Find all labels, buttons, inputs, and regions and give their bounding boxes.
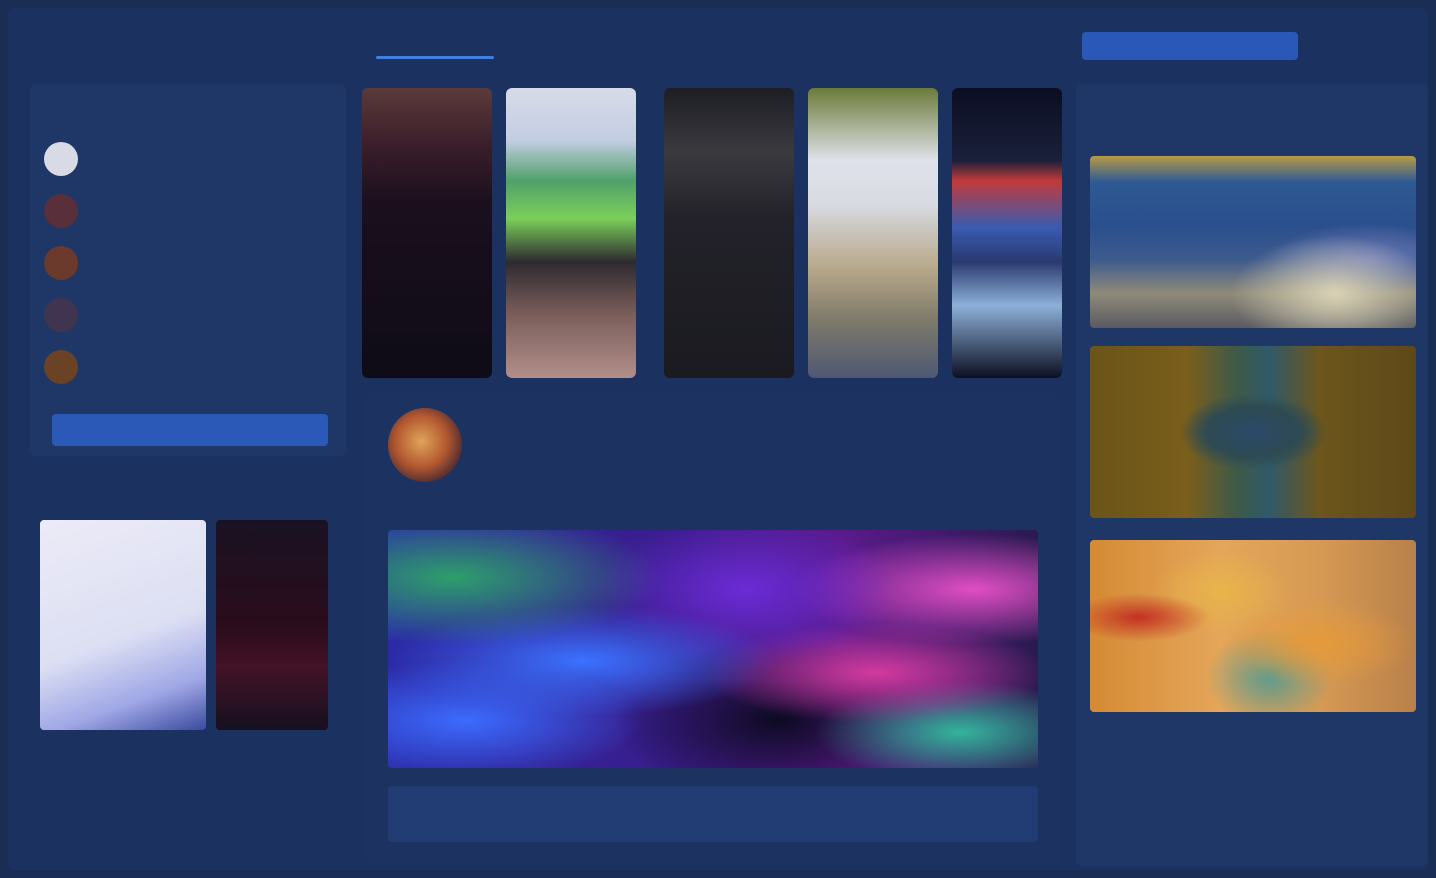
search-button[interactable] xyxy=(1082,32,1298,60)
recommendations-panel xyxy=(1076,84,1428,866)
ranking-row[interactable] xyxy=(44,136,332,184)
featured-panel xyxy=(30,470,346,866)
nav-active-indicator xyxy=(376,56,494,59)
avatar[interactable] xyxy=(388,408,462,482)
story-card[interactable] xyxy=(808,88,938,378)
avatar xyxy=(44,142,78,176)
ranking-row[interactable] xyxy=(44,344,332,392)
ranking-row[interactable] xyxy=(44,188,332,236)
story-card[interactable] xyxy=(506,88,636,378)
recommendation-card[interactable] xyxy=(1090,346,1416,518)
story-card[interactable] xyxy=(952,88,1062,378)
avatar xyxy=(44,246,78,280)
featured-thumbnail-2[interactable] xyxy=(216,520,328,730)
post-action-bar xyxy=(388,786,1038,842)
featured-thumbnail-1[interactable] xyxy=(40,520,206,730)
story-card[interactable] xyxy=(362,88,492,378)
recommendation-card[interactable] xyxy=(1090,540,1416,712)
recommendation-card[interactable] xyxy=(1090,156,1416,328)
story-card[interactable] xyxy=(664,88,794,378)
view-all-button[interactable] xyxy=(52,414,328,446)
ranking-row[interactable] xyxy=(44,292,332,340)
post-image[interactable] xyxy=(388,530,1038,768)
ranking-row[interactable] xyxy=(44,240,332,288)
feed-post xyxy=(366,392,1060,866)
avatar xyxy=(44,350,78,384)
avatar xyxy=(44,194,78,228)
ranking-panel xyxy=(30,84,346,456)
avatar xyxy=(44,298,78,332)
top-navigation xyxy=(8,8,1428,70)
app-frame xyxy=(8,8,1428,870)
